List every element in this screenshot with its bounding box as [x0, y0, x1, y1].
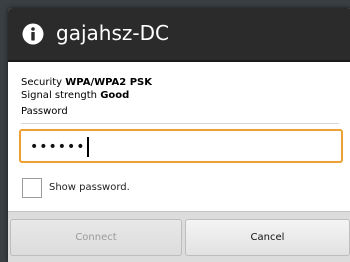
security-row: Security WPA/WPA2 PSK: [21, 76, 152, 89]
text-cursor: [86, 137, 89, 157]
wifi-connect-dialog: gajahsz-DC Security WPA/WPA2 PSK Signal …: [8, 8, 350, 262]
signal-strength-value: Good: [100, 90, 130, 101]
signal-strength-row: Signal strength Good: [21, 89, 129, 102]
dialog-titlebar: gajahsz-DC: [8, 8, 350, 62]
password-value-wrap: ••••••: [30, 136, 89, 158]
password-value: ••••••: [30, 139, 86, 155]
password-field[interactable]: ••••••: [19, 129, 343, 163]
password-label: Password: [21, 106, 68, 117]
security-label: Security: [21, 77, 63, 88]
dialog-title: gajahsz-DC: [56, 21, 169, 45]
info-icon: [22, 23, 44, 45]
cancel-button[interactable]: Cancel: [185, 219, 350, 256]
show-password-checkbox[interactable]: [22, 178, 42, 198]
signal-strength-label: Signal strength: [21, 90, 98, 101]
security-value: WPA/WPA2 PSK: [65, 77, 152, 88]
connect-button[interactable]: Connect: [10, 219, 182, 256]
show-password-label[interactable]: Show password.: [49, 182, 130, 193]
dialog-button-bar: Connect Cancel: [8, 211, 350, 262]
divider: [21, 123, 339, 124]
